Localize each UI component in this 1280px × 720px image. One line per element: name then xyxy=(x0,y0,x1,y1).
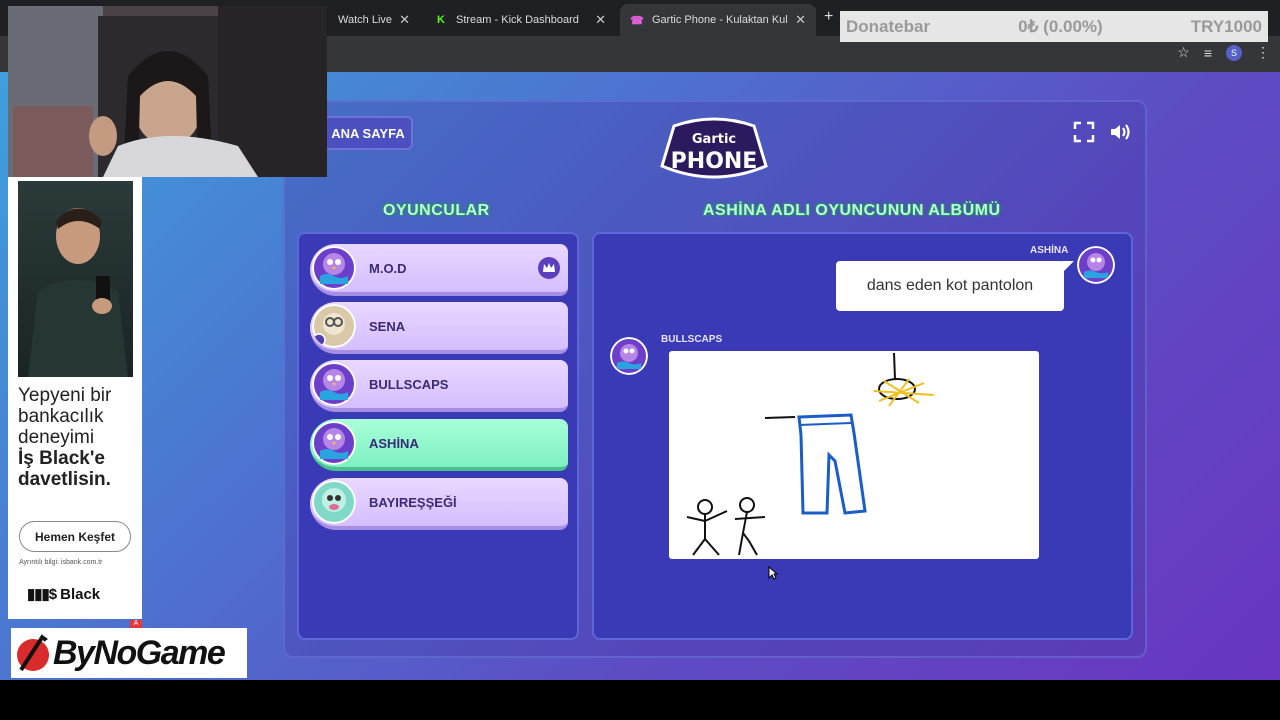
player-name: ASHİNA xyxy=(369,435,419,451)
player-avatar xyxy=(312,304,356,348)
player-avatar xyxy=(312,421,356,465)
ad-disclaimer: Ayrıntılı bilgi: isbank.com.tr xyxy=(19,559,103,566)
ad-line-strong: davetlisin. xyxy=(18,469,111,490)
ad-cta-button[interactable]: Hemen Keşfet xyxy=(19,521,131,552)
ad-choices-icon[interactable]: A xyxy=(130,620,142,628)
player-row[interactable]: BAYIREŞŞEĞİ xyxy=(310,478,568,530)
ad-banner[interactable]: Yepyeni bir bankacılık deneyimi İş Black… xyxy=(8,177,142,619)
close-icon[interactable]: ✕ xyxy=(595,12,606,28)
logo-top-text: Gartic xyxy=(692,132,736,147)
close-icon[interactable]: ✕ xyxy=(399,12,410,28)
profile-avatar[interactable]: S xyxy=(1226,44,1242,61)
close-icon[interactable]: ✕ xyxy=(795,12,806,28)
prompt-bubble: dans eden kot pantolon xyxy=(836,261,1064,311)
home-button[interactable]: ANA SAYFA xyxy=(323,116,413,150)
tab-kick-dashboard[interactable]: K Stream - Kick Dashboard ✕ xyxy=(424,4,616,36)
kick-icon: K xyxy=(437,14,445,26)
letterbox-bar xyxy=(0,680,1280,720)
prompt-author: ASHİNA xyxy=(1030,245,1069,256)
player-name: SENA xyxy=(369,318,406,334)
tab-gartic-phone[interactable]: ☎ Gartic Phone - Kulaktan Kul ✕ xyxy=(620,4,816,36)
tab-watch-live[interactable]: Watch Live o ✕ xyxy=(328,4,420,36)
ad-line-strong: İş Black'e xyxy=(18,448,105,469)
players-heading: OYUNCULAR xyxy=(383,202,490,219)
tab-title: Stream - Kick Dashboard xyxy=(456,14,579,26)
player-row[interactable]: M.O.D xyxy=(310,244,568,296)
ad-brand-name: Black xyxy=(60,585,101,603)
donatebar-amount: 0₺ (0.00%) xyxy=(1018,16,1103,36)
player-row-active[interactable]: ASHİNA xyxy=(310,419,568,471)
top-right-controls xyxy=(1072,120,1132,144)
ad-line: deneyimi xyxy=(18,427,95,448)
ad-headline: Yepyeni bir bankacılık deneyimi İş Black… xyxy=(18,385,140,490)
sponsor-banner: ByNoGame xyxy=(11,628,247,678)
player-row[interactable]: BULLSCAPS xyxy=(310,360,568,412)
drawing-author: BULLSCAPS xyxy=(661,334,723,345)
ad-line: bankacılık xyxy=(18,406,104,427)
ad-line: Yepyeni bir xyxy=(18,385,112,406)
webcam-feed xyxy=(8,6,327,177)
player-avatar xyxy=(312,246,356,290)
drawing-canvas xyxy=(669,351,1039,559)
player-name: M.O.D xyxy=(369,260,407,276)
phone-icon: ☎ xyxy=(630,14,644,27)
player-name: BAYIREŞŞEĞİ xyxy=(369,494,457,510)
donatebar-overlay: Donatebar 0₺ (0.00%) TRY1000 xyxy=(840,11,1268,42)
player-row[interactable]: SENA xyxy=(310,302,568,354)
sponsor-name: ByNoGame xyxy=(53,633,226,672)
new-tab-button[interactable]: + xyxy=(824,8,833,26)
ad-photo xyxy=(18,181,133,377)
crown-icon xyxy=(538,257,560,279)
donatebar-label: Donatebar xyxy=(846,16,931,36)
volume-icon[interactable] xyxy=(1108,120,1132,144)
isbank-logo-icon: ▮▮▮$ xyxy=(27,586,57,603)
ad-brand: ▮▮▮$ Black xyxy=(27,585,101,604)
player-avatar xyxy=(312,362,356,406)
player-name: BULLSCAPS xyxy=(369,376,449,392)
address-bar-icons: ☆ ≡ S ⋮ xyxy=(1177,44,1270,61)
media-icon[interactable]: ≡ xyxy=(1204,45,1212,61)
gartic-phone-logo: Gartic PHONE xyxy=(654,116,774,186)
tab-title: Watch Live o xyxy=(338,14,393,26)
player-avatar xyxy=(312,480,356,524)
mouse-cursor xyxy=(768,566,778,580)
menu-icon[interactable]: ⋮ xyxy=(1256,44,1270,61)
album-heading: ASHİNA ADLI OYUNCUNUN ALBÜMÜ xyxy=(703,202,1001,219)
logo-main-text: PHONE xyxy=(671,149,758,174)
fullscreen-icon[interactable] xyxy=(1072,120,1096,144)
prompt-author-avatar xyxy=(1077,246,1115,284)
donatebar-goal: TRY1000 xyxy=(1190,16,1262,36)
bynogame-logo-icon xyxy=(17,634,49,672)
tab-title: Gartic Phone - Kulaktan Kul xyxy=(652,14,788,26)
star-icon[interactable]: ☆ xyxy=(1177,44,1190,61)
drawing-author-avatar xyxy=(610,337,648,375)
